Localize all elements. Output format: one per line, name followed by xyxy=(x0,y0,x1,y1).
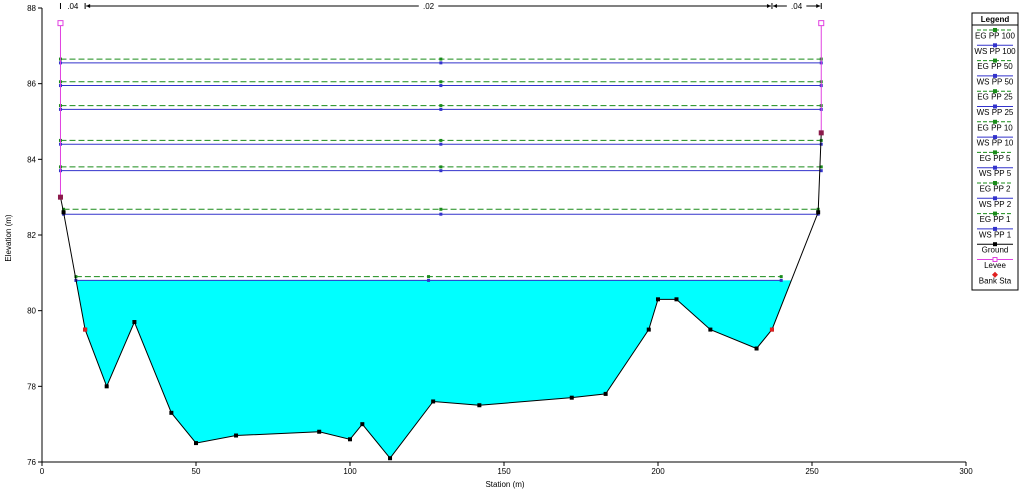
profile-marker-eg-pp-1 xyxy=(427,275,431,279)
profile-marker-eg-pp-2 xyxy=(439,207,443,211)
legend-entry-label: EG PP 100 xyxy=(975,32,1015,41)
legend-entry-label: EG PP 25 xyxy=(977,93,1013,102)
ground-point xyxy=(477,403,482,408)
profile-marker-ws-pp-5 xyxy=(439,169,443,173)
legend-entry-label: WS PP 25 xyxy=(977,108,1014,117)
x-tick-label: 0 xyxy=(40,467,45,476)
profile-marker-eg-pp-25 xyxy=(439,104,443,108)
legend-entry-label: WS PP 10 xyxy=(977,139,1014,148)
legend-entry-label: EG PP 2 xyxy=(980,185,1012,194)
ground-point xyxy=(132,320,137,325)
levee-top-marker xyxy=(818,20,825,27)
x-axis-title: Station (m) xyxy=(485,480,524,489)
ground-point xyxy=(348,437,352,442)
legend-entry-label: Levee xyxy=(984,261,1006,270)
ground-point xyxy=(234,433,239,438)
legend-entry-label: EG PP 10 xyxy=(977,123,1013,132)
profile-marker-eg-pp-50 xyxy=(439,80,443,84)
legend-title: Legend xyxy=(981,15,1010,24)
ground-point xyxy=(656,297,660,302)
legend-entry-label: Bank Sta xyxy=(979,276,1012,285)
x-tick-label: 250 xyxy=(805,467,819,476)
profile-lines-layer xyxy=(58,57,823,282)
water-fill xyxy=(76,280,792,459)
legend-entry-label: EG PP 50 xyxy=(977,62,1013,71)
x-tick-label: 150 xyxy=(497,467,511,476)
profile-marker-eg-pp-5 xyxy=(439,165,443,169)
legend-entry-label: WS PP 5 xyxy=(979,169,1012,178)
water-fill-layer xyxy=(76,280,792,459)
y-tick-label: 80 xyxy=(27,307,36,316)
ground-point xyxy=(61,210,66,215)
n-arrow xyxy=(86,4,91,8)
ground-point xyxy=(169,410,174,415)
mannings-n-bar: .04 .02 .04 xyxy=(59,2,822,11)
n-value-label: .02 xyxy=(423,2,435,11)
profile-marker-ws-pp-50 xyxy=(439,84,443,88)
ground-point xyxy=(104,384,109,389)
levee-top-marker xyxy=(57,20,64,27)
x-tick-label: 200 xyxy=(651,467,665,476)
profile-marker-ws-pp-1 xyxy=(779,278,783,282)
ground-point xyxy=(674,297,679,302)
x-tick-label: 100 xyxy=(343,467,357,476)
legend-entry-label: EG PP 1 xyxy=(980,215,1012,224)
ground-point xyxy=(317,429,322,434)
x-tick-label: 300 xyxy=(959,467,973,476)
profile-marker-ws-pp-2 xyxy=(439,212,443,216)
ground-point xyxy=(603,391,608,396)
profile-marker-ws-pp-25 xyxy=(439,107,443,111)
profile-marker-eg-pp-10 xyxy=(439,138,443,142)
bank-station-marker xyxy=(769,327,774,332)
profile-marker-eg-pp-1 xyxy=(779,275,783,279)
levee-base-marker xyxy=(818,130,824,136)
levee-base-marker xyxy=(57,194,63,200)
ground-point xyxy=(646,327,651,332)
y-tick-label: 76 xyxy=(27,458,36,467)
legend-entry-label: EG PP 5 xyxy=(980,154,1012,163)
ground-point xyxy=(569,395,574,400)
cross-section-chart: 0 50 100 150 200 250 300 76 78 80 82 84 86 88 .04 .02.… xyxy=(4,2,1019,489)
n-arrow xyxy=(766,4,771,8)
n-arrow xyxy=(816,4,821,8)
legend-entry-label: WS PP 2 xyxy=(979,200,1012,209)
profile-marker-eg-pp-100 xyxy=(439,57,443,61)
y-tick-label: 84 xyxy=(27,155,36,164)
bank-station-marker xyxy=(83,327,88,332)
y-axis-title: Elevation (m) xyxy=(4,214,13,261)
ground-point xyxy=(388,456,393,461)
y-tick-label: 86 xyxy=(27,80,36,89)
legend-entry-label: WS PP 100 xyxy=(974,47,1016,56)
y-tick-label: 88 xyxy=(27,4,36,13)
y-tick-label: 82 xyxy=(27,231,36,240)
n-value-label: .04 xyxy=(67,2,79,11)
n-value-label: .04 xyxy=(791,2,803,11)
ground-point xyxy=(816,210,821,215)
profile-marker-ws-pp-100 xyxy=(439,61,443,65)
profile-marker-ws-pp-10 xyxy=(439,142,443,146)
ground-point xyxy=(754,346,759,351)
x-tick-label: 50 xyxy=(192,467,201,476)
ground-point xyxy=(708,327,713,332)
ground-point xyxy=(431,399,436,404)
profile-marker-ws-pp-1 xyxy=(427,278,431,282)
ground-point xyxy=(194,441,198,446)
legend-entry-label: WS PP 50 xyxy=(977,77,1014,86)
legend: Legend EG PP 100 WS PP 100 EG PP 50 WS PP 5… xyxy=(971,12,1019,291)
legend-entry-label: WS PP 1 xyxy=(979,230,1012,239)
legend-entry-label: Ground xyxy=(982,246,1009,255)
y-tick-label: 78 xyxy=(27,382,36,391)
ground-point xyxy=(360,422,365,427)
n-arrow xyxy=(772,4,777,8)
